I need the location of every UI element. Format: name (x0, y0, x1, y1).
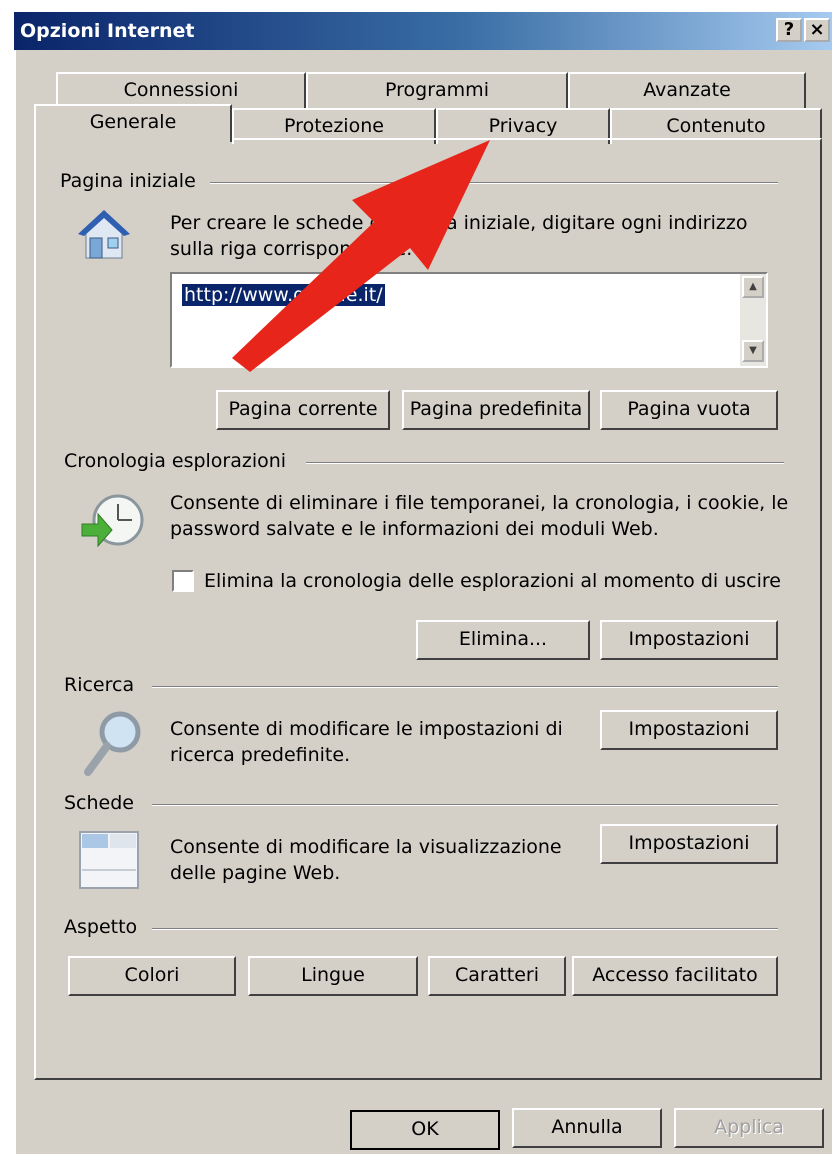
annotation-arrow-icon (232, 140, 490, 372)
